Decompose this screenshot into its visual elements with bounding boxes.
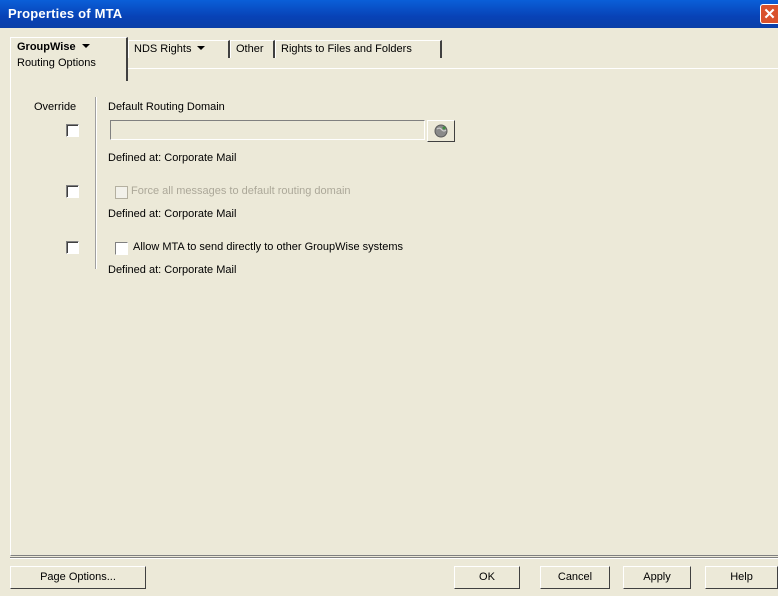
allow-mta-defined-at: Defined at: Corporate Mail <box>108 264 237 276</box>
subtab-routing-options[interactable]: Routing Options <box>17 57 120 69</box>
default-routing-domain-field[interactable] <box>110 120 425 140</box>
allow-mta-label[interactable]: Allow MTA to send directly to other Grou… <box>133 241 403 253</box>
help-button[interactable]: Help <box>705 566 778 589</box>
properties-panel <box>10 68 778 556</box>
tab-other-label: Other <box>236 43 264 55</box>
close-icon: ✕ <box>763 6 776 23</box>
default-routing-domain-label: Default Routing Domain <box>108 101 225 113</box>
column-divider <box>95 97 97 269</box>
tab-rights-to-files-label: Rights to Files and Folders <box>281 43 412 55</box>
routing-domain-defined-at: Defined at: Corporate Mail <box>108 152 237 164</box>
ok-button[interactable]: OK <box>454 566 520 589</box>
browse-globe-icon <box>434 124 448 138</box>
override-label: Override <box>34 101 77 113</box>
page-options-button[interactable]: Page Options... <box>10 566 146 589</box>
force-messages-defined-at: Defined at: Corporate Mail <box>108 208 237 220</box>
force-messages-label: Force all messages to default routing do… <box>131 185 351 197</box>
chevron-down-icon[interactable] <box>81 44 90 49</box>
chevron-down-icon[interactable] <box>197 46 206 51</box>
tab-other[interactable]: Other <box>230 40 275 58</box>
tab-groupwise[interactable]: GroupWise Routing Options <box>10 37 128 81</box>
title-bar: Properties of MTA ✕ <box>0 0 778 28</box>
tab-rights-to-files[interactable]: Rights to Files and Folders <box>275 40 442 58</box>
tab-nds-rights[interactable]: NDS Rights <box>128 40 230 58</box>
footer-separator <box>10 557 778 559</box>
close-button[interactable]: ✕ <box>760 4 778 24</box>
browse-button[interactable] <box>427 120 455 142</box>
override-force-messages-checkbox[interactable] <box>66 185 79 198</box>
allow-mta-checkbox[interactable] <box>115 242 128 255</box>
tab-groupwise-label: GroupWise <box>17 41 76 53</box>
override-routing-domain-checkbox[interactable] <box>66 124 79 137</box>
cancel-button[interactable]: Cancel <box>540 566 610 589</box>
tab-nds-rights-label: NDS Rights <box>134 43 192 55</box>
apply-button[interactable]: Apply <box>623 566 691 589</box>
override-allow-mta-checkbox[interactable] <box>66 241 79 254</box>
window-title: Properties of MTA <box>8 6 123 21</box>
force-messages-checkbox <box>115 186 128 199</box>
